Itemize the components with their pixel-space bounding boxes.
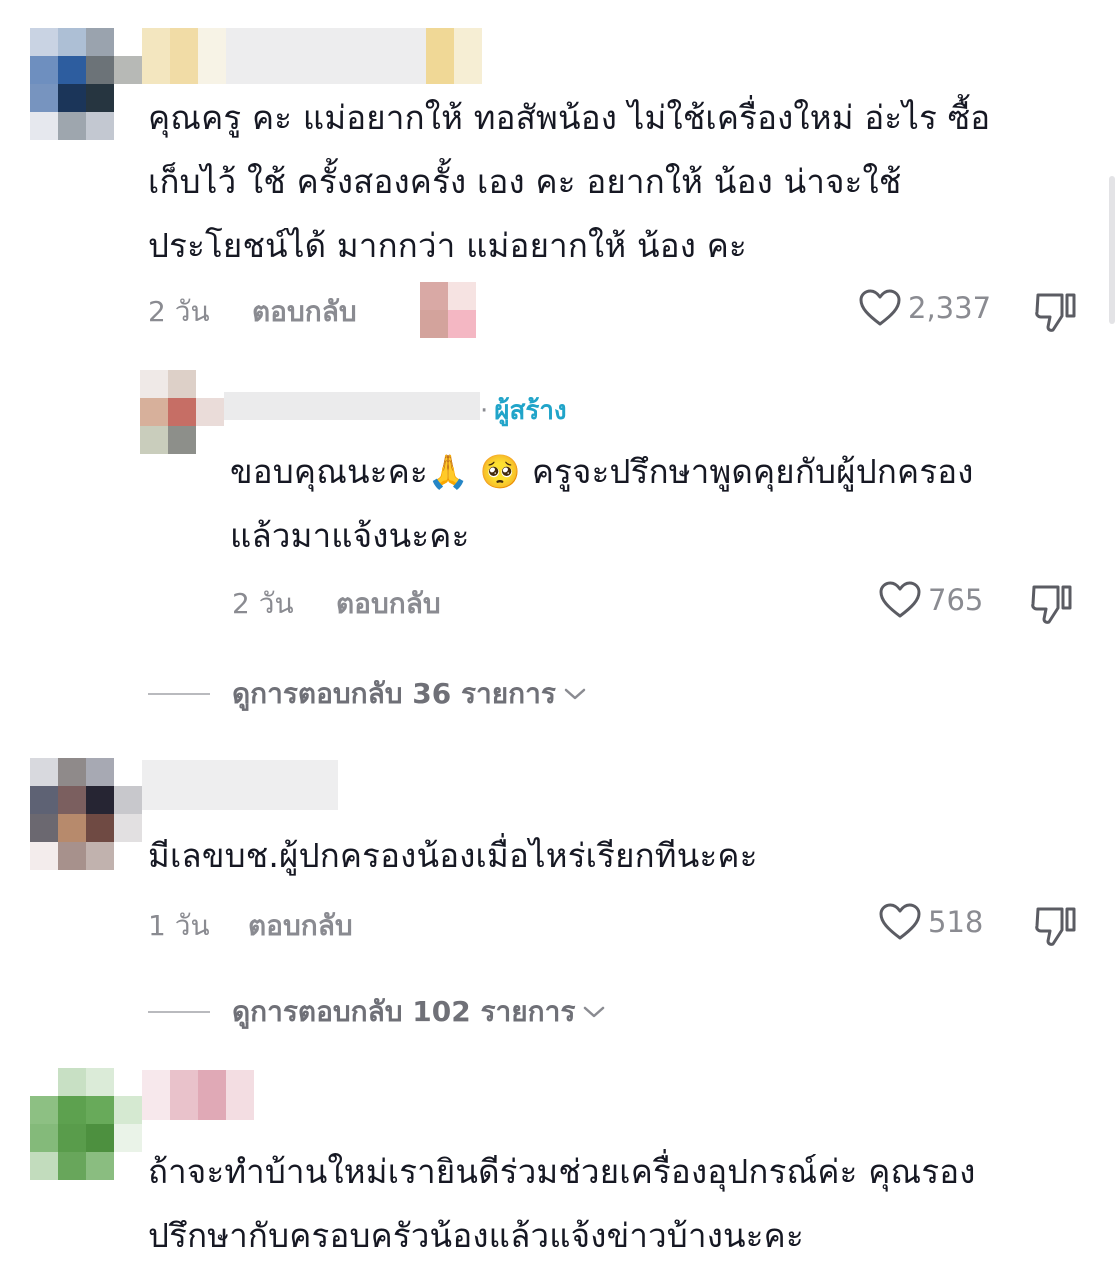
divider-line xyxy=(148,693,210,695)
reply-button[interactable]: ตอบกลับ xyxy=(336,582,441,626)
avatar[interactable] xyxy=(30,1068,142,1180)
avatar[interactable] xyxy=(30,28,142,140)
divider-line xyxy=(148,1011,210,1013)
chevron-down-icon xyxy=(564,688,586,700)
creator-reply: · ผู้สร้าง ขอบคุณนะคะ🙏 🥺 ครูจะปรึกษาพูดคุ… xyxy=(0,360,1119,720)
username-blurred[interactable] xyxy=(142,760,338,810)
view-replies-label: ดูการตอบกลับ 102 รายการ xyxy=(232,995,576,1028)
scrollbar[interactable] xyxy=(1109,176,1115,324)
comment-time: 2 วัน xyxy=(232,587,294,620)
thumbs-down-icon[interactable] xyxy=(1028,582,1074,626)
username-blurred[interactable] xyxy=(142,28,504,84)
comment-4: ถ้าจะทำบ้านใหม่เรายินดีร่วมช่วยเครื่องอุ… xyxy=(0,1060,1119,1280)
like-count: 765 xyxy=(928,583,984,617)
username-blurred[interactable] xyxy=(224,392,480,420)
like-button[interactable]: 518 xyxy=(878,902,983,942)
thumbs-down-icon[interactable] xyxy=(1032,904,1078,948)
comment-time: 2 วัน xyxy=(148,295,210,328)
comment-text: คุณครู คะ แม่อยากให้ ทอสัพน้อง ไม่ใช้เคร… xyxy=(148,98,991,265)
comment-text: ถ้าจะทำบ้านใหม่เรายินดีร่วมช่วยเครื่องอุ… xyxy=(148,1152,976,1255)
comment-time: 1 วัน xyxy=(148,909,210,942)
chevron-down-icon xyxy=(584,1006,605,1018)
comment-text: ขอบคุณนะคะ🙏 🥺 ครูจะปรึกษาพูดคุยกับผู้ปกค… xyxy=(230,452,974,555)
sticker-thumbnail[interactable] xyxy=(420,282,476,338)
like-count: 2,337 xyxy=(908,291,992,325)
like-count: 518 xyxy=(928,905,984,939)
like-button[interactable]: 2,337 xyxy=(858,288,991,328)
avatar[interactable] xyxy=(30,758,142,870)
thumbs-down-icon[interactable] xyxy=(1032,290,1078,334)
avatar[interactable] xyxy=(140,370,224,454)
username-blurred[interactable] xyxy=(142,1070,254,1120)
heart-outline-icon xyxy=(879,581,921,618)
heart-outline-icon xyxy=(879,903,921,940)
comment-1: คุณครู คะ แม่อยากให้ ทอสัพน้อง ไม่ใช้เคร… xyxy=(0,0,1119,350)
comment-3: มีเลขบช.ผู้ปกครองน้องเมื่อไหร่เรียกทีนะค… xyxy=(0,740,1119,1040)
comment-text: มีเลขบช.ผู้ปกครองน้องเมื่อไหร่เรียกทีนะค… xyxy=(148,836,758,875)
view-replies-label: ดูการตอบกลับ 36 รายการ xyxy=(232,677,556,710)
reply-button[interactable]: ตอบกลับ xyxy=(248,904,353,948)
reply-button[interactable]: ตอบกลับ xyxy=(252,290,357,334)
view-replies-button[interactable]: ดูการตอบกลับ 36 รายการ xyxy=(148,672,588,716)
creator-badge: · ผู้สร้าง xyxy=(480,396,567,426)
heart-outline-icon xyxy=(859,289,901,326)
like-button[interactable]: 765 xyxy=(878,580,983,620)
view-replies-button[interactable]: ดูการตอบกลับ 102 รายการ xyxy=(148,990,607,1034)
